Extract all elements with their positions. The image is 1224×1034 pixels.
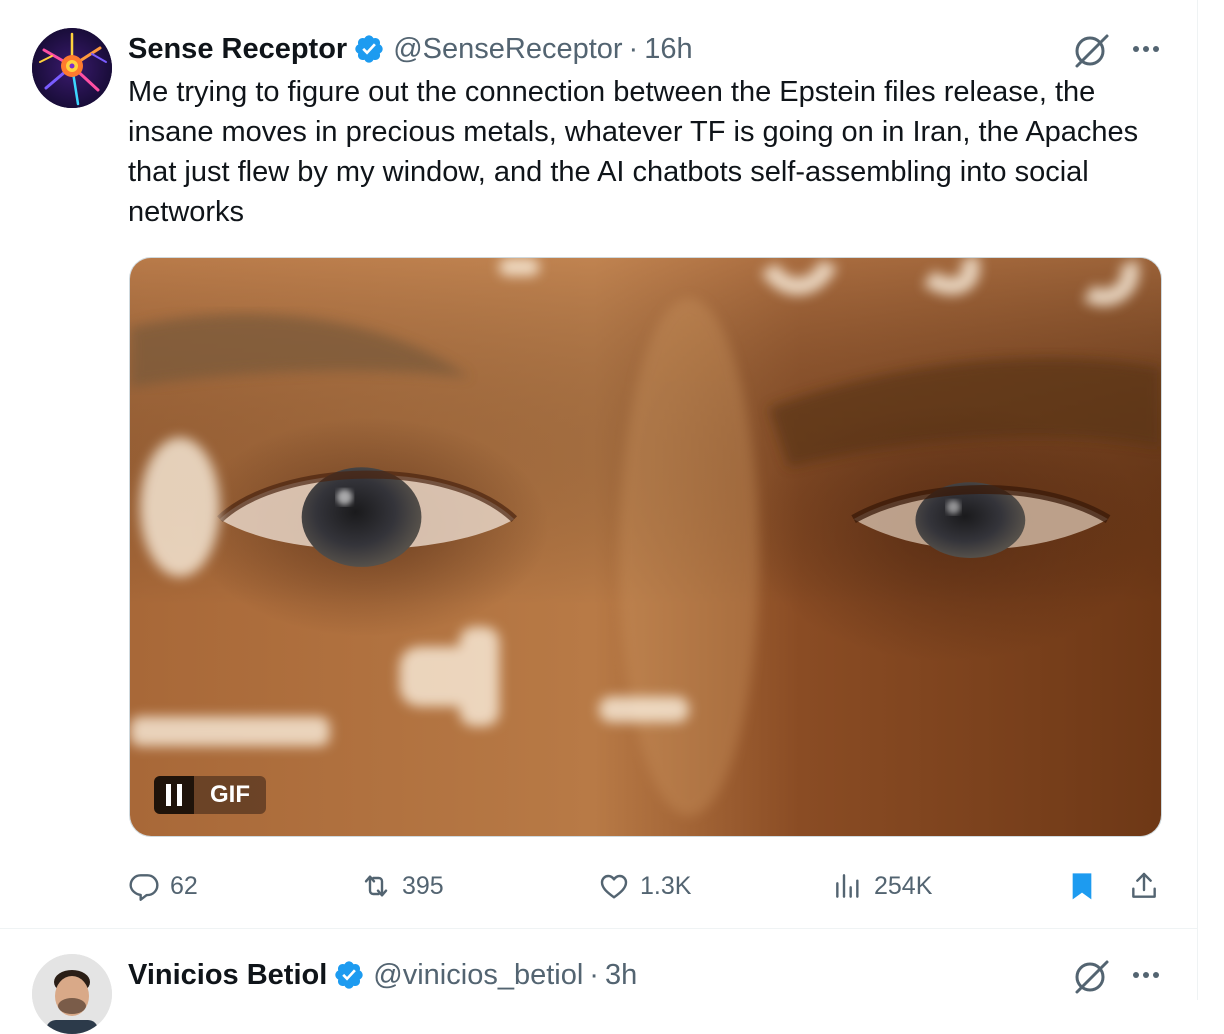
tweet-media-gif[interactable]: GIF (129, 257, 1162, 837)
author-name[interactable]: Vinicios Betiol (128, 959, 327, 992)
grok-icon[interactable] (1071, 956, 1111, 996)
avatar[interactable] (32, 954, 112, 1034)
tweet-header: Sense Receptor @SenseReceptor · 16h (128, 30, 693, 68)
timestamp[interactable]: 3h (605, 959, 637, 992)
tweet-actions: 62 395 1.3K 254K (128, 864, 1178, 908)
timeline-feed: Sense Receptor @SenseReceptor · 16h Me t… (0, 0, 1198, 1034)
author-handle[interactable]: @vinicios_betiol (373, 959, 583, 992)
verified-badge-icon (355, 35, 383, 63)
more-icon[interactable] (1126, 34, 1166, 64)
grok-icon[interactable] (1071, 30, 1111, 70)
reply-icon (129, 874, 159, 901)
bookmark-button[interactable] (1066, 864, 1098, 908)
timestamp[interactable]: 16h (644, 33, 692, 66)
share-button[interactable] (1128, 864, 1160, 908)
retweet-icon (364, 875, 388, 897)
pause-button[interactable] (154, 776, 194, 814)
author-name[interactable]: Sense Receptor (128, 33, 347, 66)
tweet-text: Me trying to figure out the connection b… (128, 76, 1139, 228)
pause-icon (166, 784, 182, 806)
share-icon (1132, 872, 1156, 898)
reply-count: 62 (170, 871, 198, 900)
tweet[interactable]: Vinicios Betiol @vinicios_betiol · 3h (0, 929, 1197, 1034)
retweet-count: 395 (402, 871, 444, 900)
tweet[interactable]: Sense Receptor @SenseReceptor · 16h Me t… (0, 0, 1197, 929)
views-count: 254K (874, 871, 933, 900)
tweet-header: Vinicios Betiol @vinicios_betiol · 3h (128, 956, 637, 994)
views-icon (836, 874, 859, 898)
reply-button[interactable]: 62 (128, 864, 198, 908)
avatar[interactable] (32, 28, 112, 108)
separator-dot: · (628, 32, 639, 65)
more-icon[interactable] (1126, 960, 1166, 990)
gif-controls: GIF (154, 776, 266, 814)
views-button[interactable]: 254K (832, 864, 932, 908)
gif-label: GIF (194, 776, 266, 814)
retweet-button[interactable]: 395 (360, 864, 444, 908)
author-handle[interactable]: @SenseReceptor (393, 33, 622, 66)
like-icon (600, 874, 628, 899)
bookmark-icon (1072, 873, 1092, 900)
gif-frame-image (130, 258, 1161, 836)
verified-badge-icon (335, 961, 363, 989)
like-count: 1.3K (640, 871, 692, 900)
like-button[interactable]: 1.3K (598, 864, 691, 908)
separator-dot: · (589, 958, 599, 991)
